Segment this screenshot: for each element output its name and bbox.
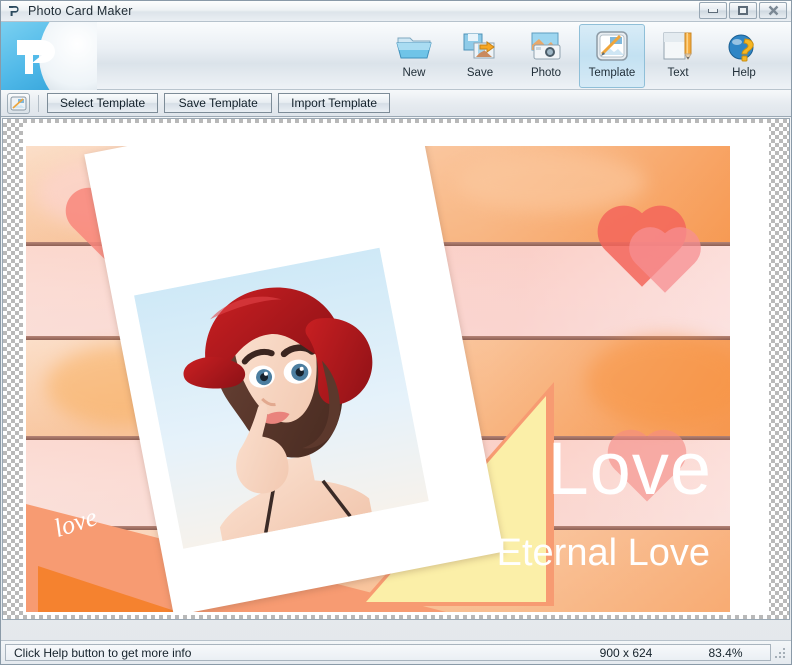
help-globe-icon (724, 29, 764, 65)
toolbar-label: Photo (530, 67, 562, 79)
brand-logo (1, 22, 97, 90)
watercolor-blob (456, 152, 646, 212)
title-bar: Photo Card Maker (1, 1, 791, 22)
save-template-button[interactable]: Save Template (164, 93, 273, 113)
toolbar-label: Save (466, 67, 494, 79)
portrait-of-woman-in-red-hat (134, 247, 429, 549)
subtoolbar-separator (38, 94, 39, 112)
template-mode-icon-button[interactable] (7, 92, 30, 114)
status-bar: Click Help button to get more info 900 x… (1, 640, 791, 664)
import-template-button[interactable]: Import Template (278, 93, 390, 113)
close-button[interactable] (759, 2, 787, 19)
toolbar-label: Help (732, 67, 756, 79)
photo-placeholder[interactable] (134, 247, 429, 549)
status-zoom-level: 83.4% (681, 644, 771, 661)
canvas-area[interactable]: love Love Eternal Love (2, 118, 790, 620)
application-window: Photo Card Maker New Save Photo Template… (0, 0, 792, 665)
toolbar-button-help[interactable]: Help (711, 24, 777, 88)
resize-grip-icon[interactable] (771, 644, 787, 661)
status-dimensions: 900 x 624 (571, 644, 681, 661)
maximize-button[interactable] (729, 2, 757, 19)
main-toolbar: New Save Photo Template Text Help (1, 22, 791, 90)
card-subheadline: Eternal Love (496, 532, 710, 574)
toolbar-button-text[interactable]: Text (645, 24, 711, 88)
save-disk-icon (460, 29, 500, 65)
toolbar-buttons: New Save Photo Template Text Help (381, 22, 791, 90)
brand-logo-p-icon (15, 36, 61, 78)
close-icon (768, 5, 778, 16)
select-template-button[interactable]: Select Template (47, 93, 159, 113)
greeting-card-preview[interactable]: love Love Eternal Love (26, 146, 730, 612)
toolbar-button-template[interactable]: Template (579, 24, 645, 88)
photo-camera-icon (526, 29, 566, 65)
window-title: Photo Card Maker (28, 4, 133, 18)
text-pencil-icon (658, 29, 698, 65)
toolbar-label: Text (667, 67, 689, 79)
app-logo-p-icon (6, 3, 22, 19)
new-folder-icon (394, 29, 434, 65)
card-headline: Love (547, 427, 712, 510)
template-subtoolbar: Select Template Save Template Import Tem… (1, 90, 791, 117)
window-controls (699, 2, 787, 19)
toolbar-label: New (402, 67, 426, 79)
status-message: Click Help button to get more info (5, 644, 571, 661)
card-orange-triangle-accent (38, 566, 178, 612)
template-icon (592, 29, 632, 65)
toolbar-button-photo[interactable]: Photo (513, 24, 579, 88)
minimize-icon (708, 8, 718, 13)
minimize-button[interactable] (699, 2, 727, 19)
template-mode-icon (10, 96, 27, 110)
maximize-icon (738, 6, 748, 15)
toolbar-label: Template (588, 67, 636, 79)
toolbar-button-save[interactable]: Save (447, 24, 513, 88)
toolbar-button-new[interactable]: New (381, 24, 447, 88)
